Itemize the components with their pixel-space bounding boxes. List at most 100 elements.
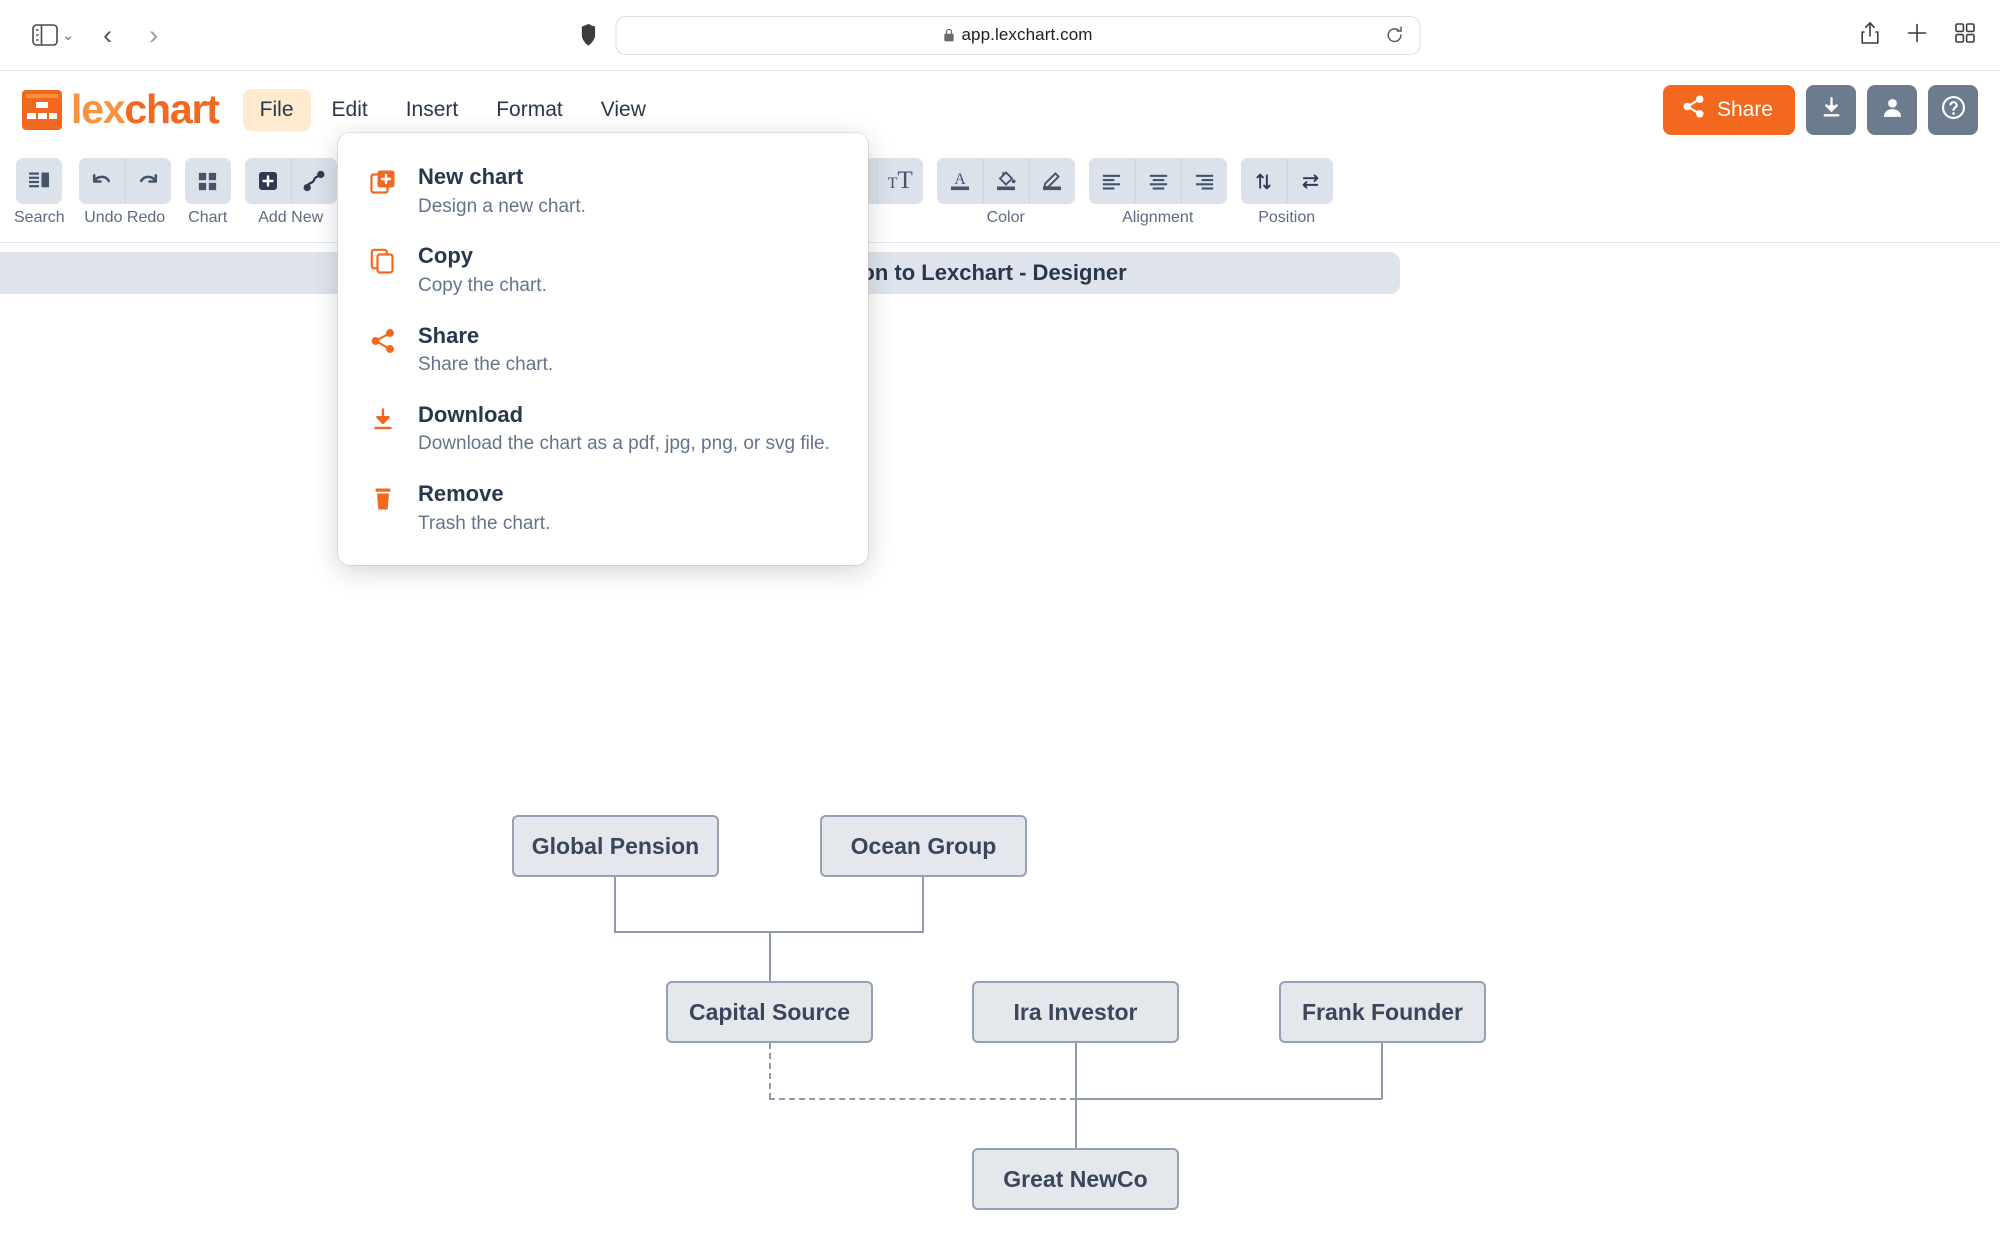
toolbar-label-position: Position [1258, 209, 1316, 226]
add-box-icon[interactable] [244, 158, 291, 204]
url-input[interactable]: app.lexchart.com [615, 15, 1421, 55]
download-button[interactable] [1806, 84, 1856, 135]
file-menu-text-remove: Remove Trash the chart. [418, 480, 550, 535]
font-size-icon[interactable]: TT [876, 158, 923, 204]
file-menu-title: Remove [418, 481, 504, 506]
file-menu-item-download[interactable]: Download Download the chart as a pdf, jp… [338, 389, 868, 468]
file-menu-title: New chart [418, 164, 524, 189]
logo-chart-text: chart [124, 86, 219, 132]
reload-icon[interactable] [1386, 26, 1404, 44]
menu-format[interactable]: Format [479, 89, 580, 131]
chart-node-label: Frank Founder [1301, 998, 1463, 1025]
download-icon [368, 401, 398, 433]
horizontal-position-icon[interactable] [1286, 158, 1333, 204]
chart-node-label: Ocean Group [850, 832, 997, 859]
chart-node-capital-source[interactable]: Capital Source [666, 981, 873, 1043]
privacy-shield-icon[interactable] [580, 23, 598, 47]
chart-node-label: Global Pension [531, 832, 700, 859]
menu-file[interactable]: File [242, 88, 311, 131]
link-capital-source-busbar-dashed [769, 1098, 1076, 1100]
chart-canvas[interactable]: Introduction to Lexchart - Designer Glob… [0, 243, 2000, 1250]
file-menu-item-new-chart[interactable]: New chart Design a new chart. [338, 151, 868, 230]
share-button[interactable]: Share [1662, 84, 1795, 135]
chart-node-great-newco[interactable]: Great NewCo [972, 1148, 1179, 1210]
browser-nav-controls: ⌄ ‹ › [0, 12, 177, 58]
user-icon [1880, 95, 1905, 125]
lexchart-wordmark: lexchart [71, 86, 220, 132]
toolbar-group-undo-redo: Undo Redo [78, 158, 171, 227]
main-menubar: File Edit Insert Format View [242, 88, 663, 131]
header-actions: Share [1662, 84, 1978, 135]
forward-arrow-icon[interactable]: › [131, 12, 177, 58]
link-global-pension-down [614, 877, 616, 932]
share-icon[interactable] [1860, 21, 1880, 50]
chart-node-ocean-group[interactable]: Ocean Group [820, 815, 1027, 877]
color-buttons: A [936, 158, 1075, 204]
share-icon [368, 322, 398, 354]
toolbar-group-position: Position [1240, 158, 1333, 227]
app-header: lexchart File Edit Insert Format View Sh… [0, 71, 2000, 148]
url-text: app.lexchart.com [961, 25, 1093, 44]
chart-node-global-pension[interactable]: Global Pension [512, 815, 719, 877]
chevron-down-icon[interactable]: ⌄ [62, 26, 75, 44]
redo-icon[interactable] [124, 158, 171, 204]
file-menu-item-copy[interactable]: Copy Copy the chart. [338, 230, 868, 309]
undo-redo-buttons [78, 158, 171, 204]
chart-node-ira-investor[interactable]: Ira Investor [972, 981, 1179, 1043]
file-menu-text-download: Download Download the chart as a pdf, jp… [418, 401, 830, 456]
toolbar-label-chart: Chart [188, 209, 228, 226]
menu-view[interactable]: View [584, 89, 663, 131]
add-link-icon[interactable] [290, 158, 337, 204]
new-chart-icon [368, 163, 398, 195]
chart-node-frank-founder[interactable]: Frank Founder [1279, 981, 1486, 1043]
link-frank-founder-busbar [1075, 1098, 1382, 1100]
file-menu-text-share: Share Share the chart. [418, 322, 553, 377]
toolbar-label-undo-redo: Undo Redo [84, 209, 166, 226]
browser-actions [1860, 21, 1976, 50]
file-menu-text-copy: Copy Copy the chart. [418, 242, 547, 297]
back-arrow-icon[interactable]: ‹ [85, 12, 131, 58]
add-new-buttons [244, 158, 337, 204]
lexchart-logo[interactable]: lexchart [22, 86, 220, 132]
url-content: app.lexchart.com [943, 25, 1092, 45]
chart-node-label: Great NewCo [1003, 1165, 1148, 1192]
fill-color-icon[interactable] [982, 158, 1029, 204]
align-center-icon[interactable] [1134, 158, 1181, 204]
account-button[interactable] [1867, 84, 1917, 135]
file-menu-item-share[interactable]: Share Share the chart. [338, 310, 868, 389]
toolbar-label-alignment: Alignment [1122, 209, 1194, 226]
chart-grid-icon[interactable] [184, 158, 231, 204]
link-ocean-group-down [922, 877, 924, 932]
vertical-position-icon[interactable] [1240, 158, 1287, 204]
toolbar-label-color: Color [986, 209, 1025, 226]
menu-insert[interactable]: Insert [389, 89, 476, 131]
chart-node-label: Capital Source [688, 998, 851, 1025]
align-right-icon[interactable] [1180, 158, 1227, 204]
line-color-icon[interactable] [1028, 158, 1075, 204]
alignment-buttons [1088, 158, 1227, 204]
help-button[interactable] [1928, 84, 1978, 135]
file-menu-subtitle: Design a new chart. [418, 195, 586, 217]
search-buttons [16, 158, 63, 204]
tab-overview-icon[interactable] [1954, 22, 1976, 49]
link-busbar-to-capital-source [769, 931, 771, 981]
lock-icon [943, 28, 954, 42]
search-panel-icon[interactable] [16, 158, 63, 204]
align-left-icon[interactable] [1088, 158, 1135, 204]
text-color-icon[interactable]: A [936, 158, 983, 204]
plus-icon[interactable] [1906, 22, 1928, 49]
menu-edit[interactable]: Edit [315, 89, 385, 131]
share-button-label: Share [1716, 97, 1773, 121]
question-mark-icon [1940, 94, 1967, 126]
toolbar-label-search: Search [14, 209, 65, 226]
toolbar-group-search: Search [14, 158, 65, 227]
link-frank-founder-down [1381, 1043, 1383, 1099]
browser-toolbar: ⌄ ‹ › app.lexchart.com [0, 0, 2000, 71]
file-menu-dropdown[interactable]: New chart Design a new chart. Copy Copy … [338, 133, 868, 566]
logo-lex-text: lex [71, 86, 126, 132]
file-menu-item-remove[interactable]: Remove Trash the chart. [338, 468, 868, 547]
toolbar-group-alignment: Alignment [1088, 158, 1227, 227]
file-menu-subtitle: Copy the chart. [418, 274, 547, 296]
toolbar-group-chart: Chart [184, 158, 231, 227]
undo-icon[interactable] [78, 158, 125, 204]
